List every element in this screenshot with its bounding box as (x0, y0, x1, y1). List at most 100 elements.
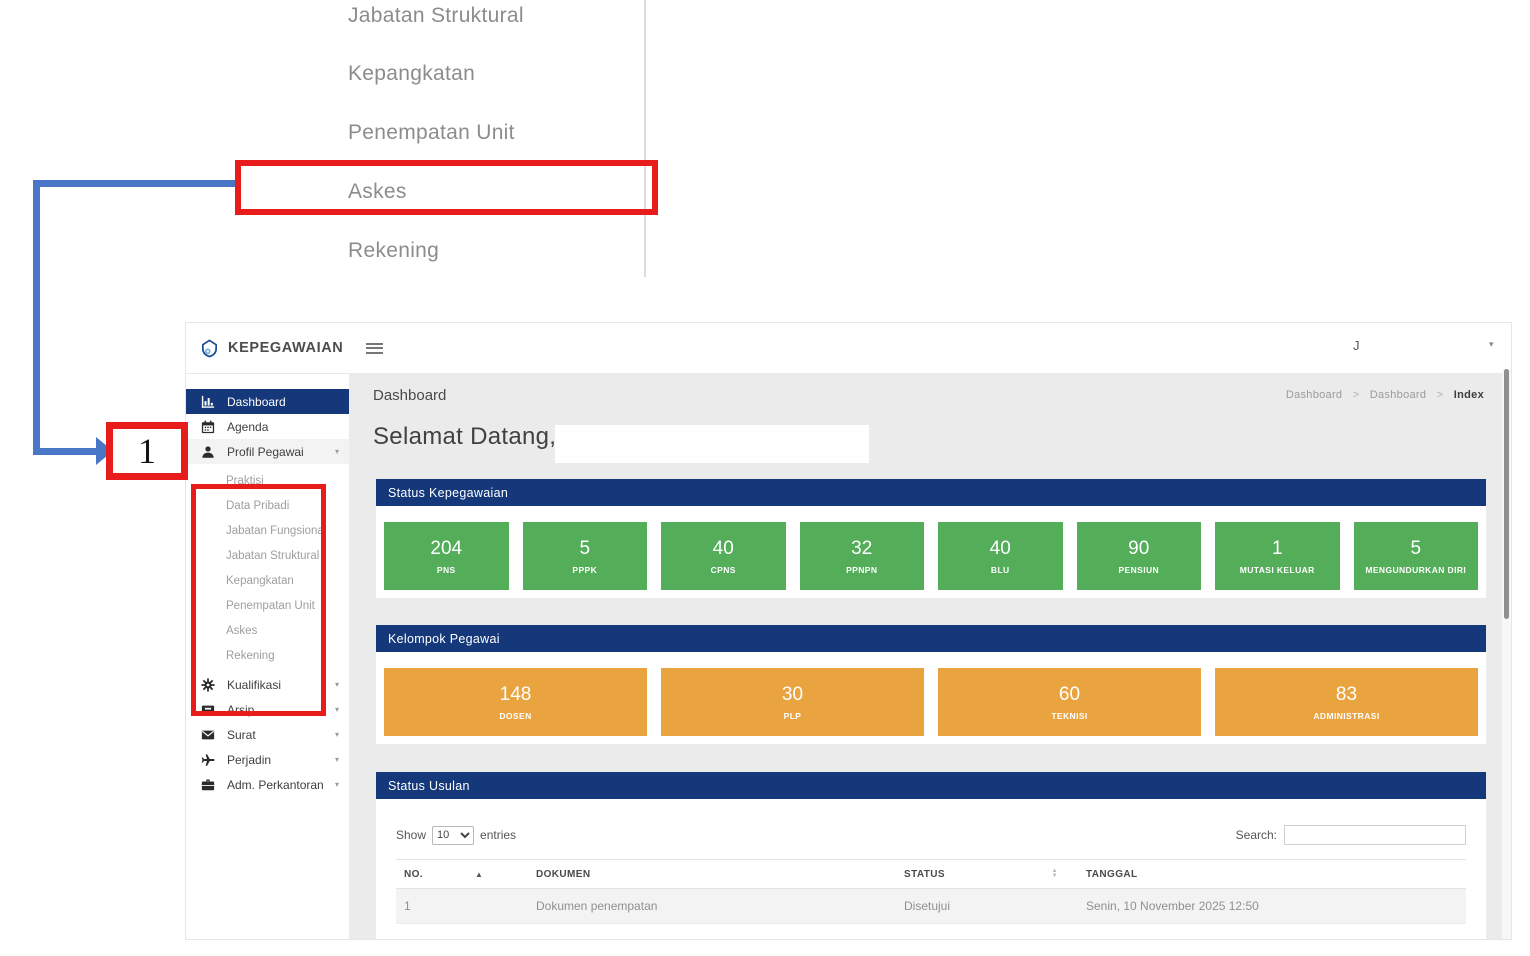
brand-logo-icon (201, 338, 218, 357)
search-area: Search: (1236, 825, 1466, 845)
brand-title: KEPEGAWAIAN (228, 340, 344, 356)
stat-value: 60 (1058, 683, 1081, 705)
show-label: Show (396, 828, 427, 842)
sidebar-item-perjadin[interactable]: Perjadin ▾ (186, 747, 349, 772)
stat-label: PENSIUN (1118, 564, 1160, 575)
breadcrumb-item[interactable]: Dashboard (1286, 389, 1343, 401)
cell-status: Disetujui (904, 899, 951, 913)
stat-label: PNS (436, 564, 456, 575)
submenu-item-praktisi[interactable]: Praktisi (186, 468, 349, 493)
sidebar-item-arsip[interactable]: Arsip ▾ (186, 697, 349, 722)
submenu-item-rekening[interactable]: Rekening (186, 643, 349, 668)
stat-card-plp: 30 PLP (661, 668, 924, 736)
search-input[interactable] (1284, 825, 1466, 845)
column-header-dokumen[interactable]: DOKUMEN (536, 869, 904, 880)
stat-label: PPPK (572, 564, 598, 575)
column-label: NO. (404, 868, 423, 880)
submenu-item-askes[interactable]: Askes (186, 618, 349, 643)
stat-card-row: 204 PNS 5 PPPK 40 CPNS 32 PPNPN 40 BLU 90 PENS… (376, 506, 1486, 598)
scrollbar-thumb[interactable] (1504, 369, 1509, 619)
gear-icon (200, 677, 215, 692)
stat-label: DOSEN (499, 710, 532, 721)
stat-value: 5 (579, 537, 591, 559)
sidebar-item-profil-pegawai[interactable]: Profil Pegawai ▾ (186, 439, 349, 464)
fragment-menu-item: Penempatan Unit (348, 121, 515, 144)
search-label: Search: (1235, 828, 1277, 842)
breadcrumb-separator: > (1436, 389, 1444, 401)
sidebar-item-label: Surat (227, 727, 256, 742)
mail-icon (200, 727, 215, 742)
sort-both-icon: ▲ ▼ (1051, 868, 1058, 879)
sidebar-item-adm-perkantoran[interactable]: Adm. Perkantoran ▾ (186, 772, 349, 797)
sidebar-item-label: Agenda (227, 419, 269, 434)
entries-select[interactable]: 10 (432, 825, 475, 845)
stat-value: 1 (1271, 537, 1283, 559)
submenu-item-jabatan-struktural[interactable]: Jabatan Struktural (186, 543, 349, 568)
sidebar-item-dashboard[interactable]: Dashboard (186, 389, 349, 414)
stat-value: 30 (781, 683, 804, 705)
panel-title: Status Usulan (376, 772, 1486, 799)
page-title: Dashboard (373, 387, 447, 404)
stat-value: 90 (1128, 537, 1150, 559)
main-content: Dashboard Dashboard > Dashboard > Index … (349, 373, 1511, 939)
stat-value: 204 (430, 537, 463, 559)
profil-pegawai-submenu: Praktisi Data Pribadi Jabatan Fungsional… (186, 464, 349, 672)
submenu-item-jabatan-fungsional[interactable]: Jabatan Fungsional (186, 518, 349, 543)
stat-label: TEKNISI (1051, 710, 1088, 721)
column-header-no[interactable]: NO. ▲ (396, 869, 536, 880)
sidebar-item-kualifikasi[interactable]: Kualifikasi ▾ (186, 672, 349, 697)
chevron-down-icon: ▾ (334, 730, 339, 739)
submenu-item-data-pribadi[interactable]: Data Pribadi (186, 493, 349, 518)
sidebar-item-surat[interactable]: Surat ▾ (186, 722, 349, 747)
app-window: KEPEGAWAIAN J ▾ Dashboard Agenda Profil … (185, 322, 1512, 940)
submenu-item-kepangkatan[interactable]: Kepangkatan (186, 568, 349, 593)
panel-title: Status Kepegawaian (376, 479, 1486, 506)
fragment-divider (644, 0, 646, 277)
breadcrumb-current: Index (1453, 389, 1484, 401)
arrow-segment (33, 180, 235, 187)
page-canvas: Jabatan Struktural Kepangkatan Penempata… (0, 0, 1530, 956)
sidebar-item-label: Kualifikasi (227, 677, 282, 692)
hamburger-menu-icon[interactable] (366, 340, 383, 356)
step-1-label: 1 (138, 431, 156, 471)
app-topbar: KEPEGAWAIAN J ▾ (186, 323, 1511, 374)
sidebar-item-label: Dashboard (227, 394, 286, 409)
panel-title: Kelompok Pegawai (376, 625, 1486, 652)
stat-value: 83 (1335, 683, 1358, 705)
table-header-row: NO. ▲ DOKUMEN STATUS ▲ ▼ TANGGAL (396, 859, 1466, 889)
briefcase-icon (200, 777, 215, 792)
stat-label: ADMINISTRASI (1313, 710, 1380, 721)
calendar-icon (200, 419, 215, 434)
user-name-text: J (1353, 338, 1360, 353)
table-row: 1 Dokumen penempatan Disetujui Senin, 10… (396, 889, 1466, 924)
column-label: STATUS (904, 868, 945, 880)
cell-dokumen: Dokumen penempatan (536, 899, 658, 913)
chevron-down-icon: ▾ (334, 780, 339, 789)
panel-status-kepegawaian: Status Kepegawaian 204 PNS 5 PPPK 40 CPNS 3… (376, 479, 1486, 598)
panel-status-usulan: Status Usulan Show 10 entries Search: NO… (376, 772, 1486, 939)
submenu-item-penempatan-unit[interactable]: Penempatan Unit (186, 593, 349, 618)
stat-card-blu: 40 BLU (938, 522, 1063, 590)
stat-value: 40 (712, 537, 734, 559)
stat-label: CPNS (710, 564, 736, 575)
stat-label: BLU (990, 564, 1010, 575)
status-usulan-body: Show 10 entries Search: NO. ▲ DOKUMEN ST… (376, 799, 1486, 939)
sort-ascending-icon: ▲ (474, 869, 484, 879)
stat-card-dosen: 148 DOSEN (384, 668, 647, 736)
user-menu-caret-icon[interactable]: ▾ (1489, 339, 1494, 350)
column-header-tanggal[interactable]: TANGGAL (1086, 869, 1466, 880)
stat-card-pns: 204 PNS (384, 522, 509, 590)
fragment-menu-item: Kepangkatan (348, 62, 476, 85)
fragment-menu-item: Rekening (348, 239, 440, 262)
sidebar-item-agenda[interactable]: Agenda (186, 414, 349, 439)
sidebar: Dashboard Agenda Profil Pegawai ▾ Prakti… (186, 373, 349, 939)
cell-tanggal: Senin, 10 November 2025 12:50 (1086, 899, 1259, 913)
stat-value: 32 (851, 537, 873, 559)
stat-card-administrasi: 83 ADMINISTRASI (1215, 668, 1478, 736)
welcome-heading: Selamat Datang, (373, 423, 557, 450)
breadcrumb-item[interactable]: Dashboard (1370, 389, 1427, 401)
highlight-box-askes (235, 160, 658, 215)
stat-card-cpns: 40 CPNS (661, 522, 786, 590)
stat-label: PPNPN (846, 564, 878, 575)
column-header-status[interactable]: STATUS ▲ ▼ (904, 868, 1086, 880)
